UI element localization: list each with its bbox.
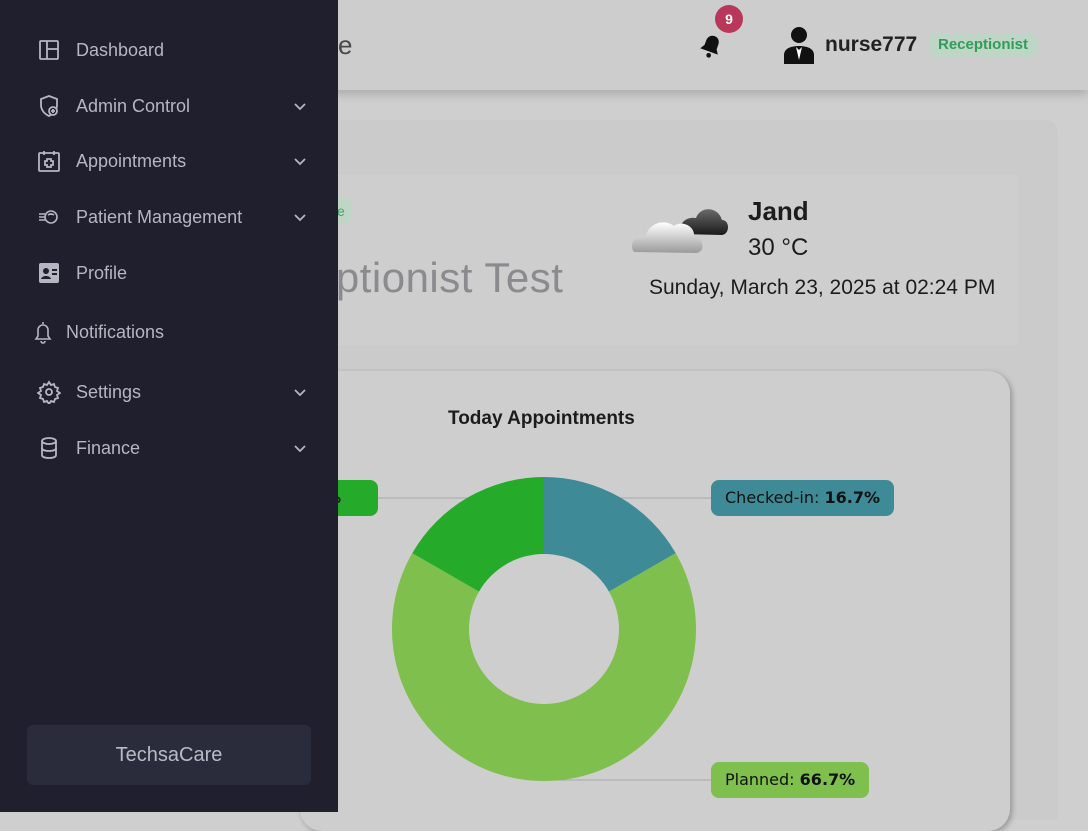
planned-value: 66.7% — [799, 770, 856, 789]
chevron-down-icon[interactable] — [292, 440, 308, 456]
notifications-button[interactable] — [697, 32, 727, 62]
chevron-down-icon[interactable] — [292, 98, 308, 114]
weather-city: Jand — [748, 196, 809, 226]
chart-title: Today Appointments — [448, 408, 635, 429]
sidebar: Dashboard Admin Control Appointments Pat… — [0, 0, 338, 812]
chevron-down-icon[interactable] — [292, 153, 308, 169]
sidebar-item-settings[interactable]: Settings — [36, 374, 318, 410]
sidebar-footer-brand[interactable]: TechsaCare — [27, 725, 311, 785]
sidebar-item-label: Admin Control — [76, 95, 191, 116]
bell-icon — [700, 35, 719, 58]
checked-in-label: Checked-in: 16.7% — [711, 480, 895, 516]
sidebar-item-label: Notifications — [66, 321, 165, 342]
coins-icon — [36, 435, 62, 461]
planned-label: Planned: 66.7% — [711, 762, 870, 798]
weather-temperature: 30 °C — [748, 234, 809, 261]
sidebar-item-notifications[interactable]: Notifications — [30, 314, 312, 350]
sidebar-item-finance[interactable]: Finance — [36, 430, 318, 466]
chevron-down-icon[interactable] — [292, 384, 308, 400]
cloud-icon — [631, 209, 728, 253]
sidebar-item-admin-control[interactable]: Admin Control — [36, 88, 318, 124]
sidebar-item-label: Finance — [76, 437, 141, 458]
sidebar-item-label: Appointments — [76, 150, 187, 171]
brand-title: e — [338, 30, 353, 60]
sidebar-item-profile[interactable]: Profile — [36, 255, 318, 291]
role-badge: Receptionist — [929, 33, 1038, 57]
calendar-plus-icon — [36, 148, 62, 174]
sidebar-item-dashboard[interactable]: Dashboard — [36, 32, 318, 68]
shield-icon — [36, 93, 62, 119]
chevron-down-icon[interactable] — [292, 209, 308, 225]
sidebar-item-patient-management[interactable]: Patient Management — [36, 199, 318, 235]
sidebar-item-label: Patient Management — [76, 206, 243, 227]
checked-in-value: 16.7% — [824, 488, 881, 507]
gear-icon — [36, 379, 62, 405]
sidebar-item-label: Profile — [76, 262, 128, 283]
patient-icon — [36, 204, 62, 230]
dashboard-icon — [36, 37, 62, 63]
welcome-name: eptionist Test — [312, 254, 564, 301]
planned-name: Planned: — [725, 770, 795, 789]
sidebar-item-appointments[interactable]: Appointments — [36, 143, 318, 179]
sidebar-item-label: Dashboard — [76, 39, 165, 60]
username[interactable]: nurse777 — [825, 33, 917, 57]
sidebar-item-label: Settings — [76, 381, 142, 402]
appointments-chart-card — [300, 371, 1010, 831]
bell-icon — [30, 319, 56, 345]
checked-in-name: Checked-in: — [725, 488, 820, 507]
user-avatar-icon[interactable] — [782, 26, 816, 64]
notification-count-badge: 9 — [715, 5, 743, 33]
current-datetime: Sunday, March 23, 2025 at 02:24 PM — [649, 276, 996, 299]
profile-icon — [36, 260, 62, 286]
